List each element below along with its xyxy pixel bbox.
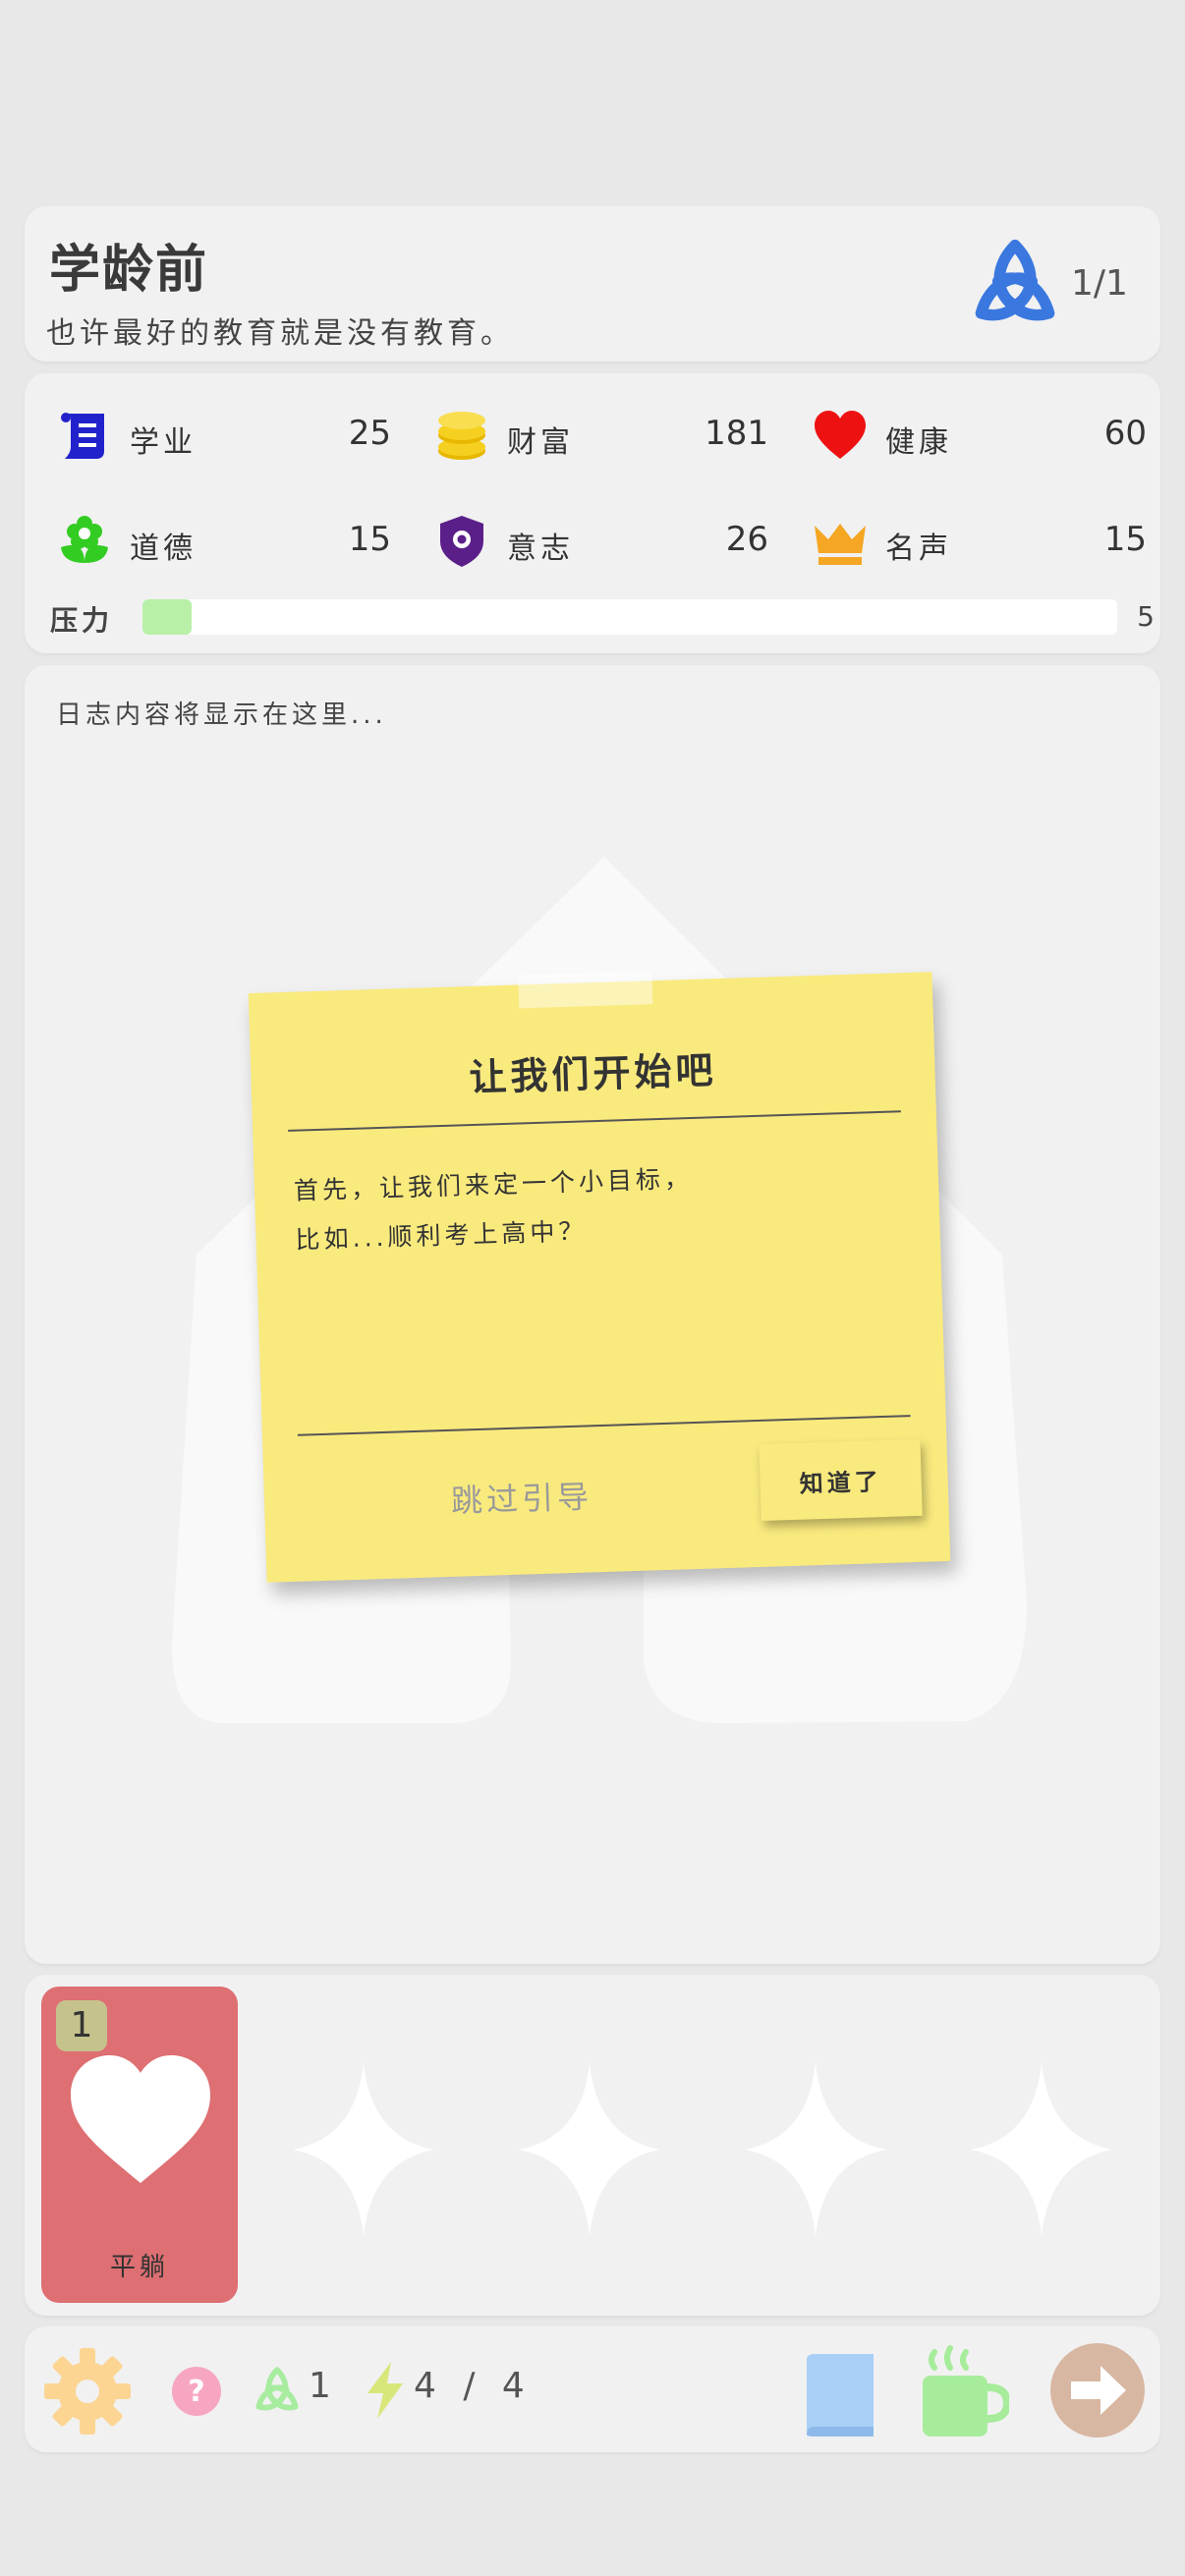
flower-icon	[61, 516, 108, 563]
pressure-label: 压力	[50, 604, 114, 637]
stage-header: 学龄前 也许最好的教育就是没有教育。 1/1	[25, 206, 1160, 362]
lightning-bolt-icon	[367, 2362, 403, 2419]
coins-icon	[438, 412, 485, 460]
stats-panel: 学业 25 财富 181 健康 60 道德 15 意志 26 名声 15 压力 …	[25, 373, 1160, 653]
stat-label: 学业	[130, 425, 197, 460]
note-title: 让我们开始吧	[468, 1048, 718, 1100]
pressure-bar	[142, 599, 1117, 635]
pressure-bar-fill	[142, 599, 192, 635]
heart-icon	[71, 2055, 210, 2183]
pressure-value: 5	[1137, 600, 1155, 633]
crown-icon	[815, 524, 866, 565]
settings-gear-icon[interactable]	[42, 2346, 133, 2436]
got-it-button[interactable]: 知道了	[759, 1438, 923, 1521]
shield-icon	[440, 516, 483, 567]
coffee-cup-icon[interactable]	[919, 2344, 1009, 2440]
stat-value: 15	[348, 520, 391, 559]
card-label: 平躺	[109, 2253, 169, 2282]
next-arrow-icon[interactable]	[1049, 2342, 1146, 2438]
stat-study: 学业 25	[57, 406, 391, 465]
divider	[288, 1110, 901, 1132]
tutorial-note: 让我们开始吧 首先，让我们来定一个小目标， 比如...顺利考上高中？ 跳过引导 …	[248, 971, 951, 1583]
stat-label: 健康	[885, 425, 952, 460]
progress-counter: 1/1	[1071, 263, 1128, 304]
heart-icon	[815, 411, 866, 459]
stat-label: 道德	[130, 532, 197, 566]
card-hand: 1 平躺	[25, 1975, 1160, 2316]
tape-strip	[518, 971, 653, 1009]
stat-will: 意志 26	[434, 512, 768, 571]
triquetra-icon	[975, 239, 1055, 321]
stat-value: 26	[725, 520, 768, 559]
empty-slot-sparkle-icon	[745, 2063, 886, 2236]
stage-title: 学龄前	[49, 241, 209, 300]
note-body: 首先，让我们来定一个小目标， 比如...顺利考上高中？	[293, 1148, 905, 1264]
svg-text:?: ?	[188, 2375, 204, 2409]
skip-tutorial-button[interactable]: 跳过引导	[450, 1472, 592, 1522]
card-lie-flat[interactable]: 1 平躺	[41, 1987, 238, 2303]
stat-label: 财富	[507, 425, 574, 460]
help-icon[interactable]: ?	[171, 2366, 222, 2417]
stat-morality: 道德 15	[57, 512, 391, 571]
stat-value: 25	[348, 414, 391, 453]
stat-value: 15	[1103, 520, 1147, 559]
log-placeholder: 日志内容将显示在这里...	[56, 700, 387, 730]
chain-count: 1	[309, 2366, 331, 2406]
card-count-badge: 1	[56, 2000, 107, 2051]
empty-slot-sparkle-icon	[971, 2063, 1112, 2236]
scroll-icon	[61, 413, 104, 459]
stat-value: 60	[1103, 414, 1147, 453]
stat-fame: 名声 15	[813, 512, 1147, 571]
stat-label: 意志	[507, 532, 574, 566]
bottom-toolbar: ? 1 4 / 4	[25, 2326, 1160, 2452]
stat-health: 健康 60	[813, 406, 1147, 465]
stat-wealth: 财富 181	[434, 406, 768, 465]
divider	[297, 1415, 911, 1436]
empty-slot-sparkle-icon	[519, 2063, 660, 2236]
energy-counter: 4 / 4	[414, 2366, 533, 2406]
stat-value: 181	[705, 414, 768, 453]
stage-subtitle: 也许最好的教育就是没有教育。	[46, 316, 514, 351]
stat-label: 名声	[885, 532, 952, 566]
empty-slot-sparkle-icon	[293, 2063, 434, 2236]
triquetra-icon	[255, 2367, 299, 2411]
book-icon[interactable]	[799, 2350, 883, 2440]
